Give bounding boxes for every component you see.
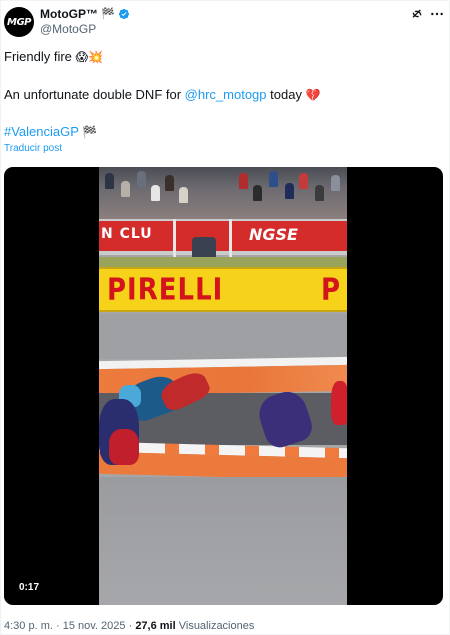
banner-text-left: N CLU	[101, 226, 153, 242]
crowd	[99, 167, 347, 219]
avatar[interactable]: MGP	[4, 7, 34, 37]
runoff-area	[99, 314, 347, 359]
translate-post-link[interactable]: Traducir post	[4, 143, 62, 155]
meta-separator: ·	[128, 620, 133, 632]
tweet-text: today	[266, 87, 306, 102]
verified-badge-icon	[118, 8, 129, 20]
grok-icon[interactable]	[409, 6, 425, 22]
more-options-icon[interactable]	[429, 6, 445, 22]
sponsor-logo-text: PIRELLI	[107, 273, 224, 308]
video-frame: N CLU NGSE PIRELLI P	[99, 167, 347, 605]
tweet-text-line-2: An unfortunate double DNF for @hrc_motog…	[4, 87, 321, 103]
broken-heart-emoji: 💔	[305, 88, 321, 102]
tweet-text: Friendly fire	[4, 49, 76, 64]
tweet-card: MGP MotoGP™ 🏁 @MotoGP Friendly fire 😱💥 A…	[0, 0, 450, 635]
tweet-meta: 4:30 p. m. · 15 nov. 2025 · 27,6 mil Vis…	[4, 620, 254, 633]
hashtag-link[interactable]: #ValenciaGP	[4, 124, 79, 139]
views-count: 27,6 mil	[135, 620, 176, 632]
sponsor-logo-text-repeat: P	[321, 273, 341, 308]
motorcycle	[331, 381, 347, 425]
meta-separator: ·	[55, 620, 60, 632]
motorcycle	[109, 429, 139, 465]
checkered-flag-icon: 🏁	[101, 8, 115, 20]
post-time[interactable]: 4:30 p. m.	[4, 620, 53, 632]
post-date[interactable]: 15 nov. 2025	[63, 620, 126, 632]
author-name-row[interactable]: MotoGP™ 🏁	[40, 7, 130, 21]
fence-post	[173, 219, 176, 259]
banner-text-right: NGSE	[249, 225, 298, 244]
tweet-text: An unfortunate double DNF for	[4, 87, 185, 102]
checkered-flag-emoji: 🏁	[82, 125, 98, 139]
author-handle[interactable]: @MotoGP	[40, 22, 96, 36]
track-surface-lower	[99, 477, 347, 605]
video-player[interactable]: N CLU NGSE PIRELLI P 0:17	[4, 167, 443, 605]
video-timestamp: 0:17	[19, 582, 40, 593]
scream-explosion-emoji: 😱💥	[75, 50, 103, 64]
display-name[interactable]: MotoGP™	[40, 7, 98, 21]
avatar-logo: MGP	[7, 16, 32, 28]
mention-link[interactable]: @hrc_motogp	[185, 87, 267, 102]
grass-strip	[99, 257, 347, 267]
fence-post	[229, 219, 232, 259]
views-label: Visualizaciones	[178, 620, 255, 632]
tweet-text-line-1: Friendly fire 😱💥	[4, 49, 103, 65]
tweet-text-line-3: #ValenciaGP 🏁	[4, 124, 97, 140]
